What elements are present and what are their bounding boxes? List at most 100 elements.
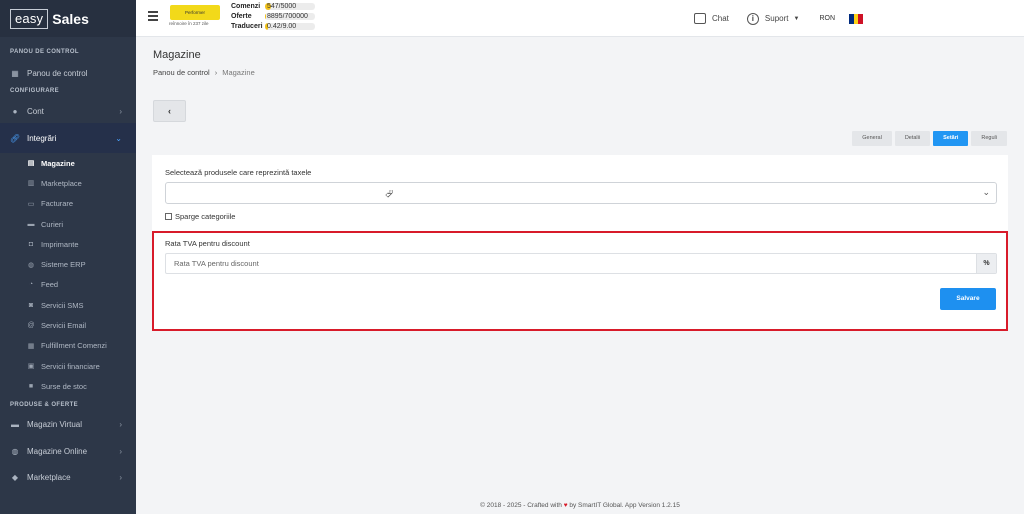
heart-icon: ♥ xyxy=(563,502,568,509)
settings-tabs: General Detalii Setări Reguli xyxy=(849,131,1007,146)
monitor-icon: ▬ xyxy=(11,420,19,430)
stat-bar: 0.42/9.00 xyxy=(265,22,315,30)
chevron-right-icon: › xyxy=(119,447,122,457)
section-produse-oferte: PRODUSE & OFERTE xyxy=(10,401,79,408)
sidebar-subitem-label: Marketplace xyxy=(41,178,82,188)
top-bar: Performer reînnoire în 237 zile Comenzi … xyxy=(136,0,1024,37)
sidebar-subitem-label: Facturare xyxy=(41,199,74,209)
logo-sales: Sales xyxy=(52,10,89,27)
menu-toggle-icon[interactable] xyxy=(148,11,158,23)
vat-discount-input[interactable] xyxy=(166,254,976,273)
performer-badge[interactable]: Performer xyxy=(170,5,220,20)
sidebar-subitem-label: Imprimante xyxy=(41,239,79,249)
chat-button[interactable]: Chat xyxy=(694,13,729,24)
sidebar-subitem-label: Curieri xyxy=(41,219,64,229)
romania-flag-icon[interactable] xyxy=(849,13,864,24)
logo[interactable]: easy Sales xyxy=(0,0,136,37)
tab-reguli[interactable]: Reguli xyxy=(971,131,1007,146)
sidebar-subitem-servicii-sms[interactable]: ◙ Servicii SMS xyxy=(0,295,136,315)
tax-products-select[interactable]: ⌄ xyxy=(165,182,997,204)
split-categories-checkbox[interactable]: Sparge categoriile xyxy=(165,212,235,221)
sidebar-subitem-feed[interactable]: ◔ Feed xyxy=(0,275,136,295)
save-button[interactable]: Salvare xyxy=(940,288,996,310)
settings-card: Selectează produsele care reprezintă tax… xyxy=(152,155,1008,331)
sidebar-item-label: Marketplace xyxy=(27,473,71,483)
chevron-down-icon: ⌄ xyxy=(115,133,122,143)
caret-down-icon: ▼ xyxy=(793,15,800,22)
sidebar-item-dashboard[interactable]: ▦ Panou de control xyxy=(0,61,136,85)
sidebar-subitem-servicii-email[interactable]: @ Servicii Email xyxy=(0,315,136,335)
stat-value: 0.42/9.00 xyxy=(267,22,297,30)
sidebar-subitem-label: Servicii Email xyxy=(41,321,87,331)
sidebar-subitem-magazine[interactable]: ▤ Magazine xyxy=(0,153,136,173)
chevron-right-icon: › xyxy=(119,420,122,430)
sidebar-subitem-facturare[interactable]: ▭ Facturare xyxy=(0,194,136,214)
sidebar-item-label: Magazin Virtual xyxy=(27,420,82,430)
stat-value: 547/5000 xyxy=(267,2,297,10)
sidebar-item-label: Cont xyxy=(27,106,44,116)
sidebar-subitem-fulfillment-comenzi[interactable]: ▦ Fulfillment Comenzi xyxy=(0,336,136,356)
money-icon: ▣ xyxy=(27,363,35,371)
chevron-right-icon: › xyxy=(214,68,218,77)
sidebar-subitem-label: Sisteme ERP xyxy=(41,260,86,270)
invoice-icon: ▭ xyxy=(27,200,35,208)
box-icon: ■ xyxy=(28,382,34,390)
checkbox-box[interactable] xyxy=(165,213,172,220)
sidebar-item-magazine-online[interactable]: ◍ Magazine Online › xyxy=(0,439,136,465)
chat-label: Chat xyxy=(712,14,729,23)
usage-stats: Comenzi 547/5000 Oferte 8895/700000 Trad… xyxy=(231,1,315,31)
chevron-down-icon: ⌄ xyxy=(982,187,990,197)
stat-label: Comenzi xyxy=(231,2,261,10)
split-categories-label: Sparge categoriile xyxy=(175,212,236,221)
sidebar-item-integrari[interactable]: 🔗︎ Integrări ⌄ xyxy=(0,123,136,153)
sidebar-subitem-servicii-financiare[interactable]: ▣ Servicii financiare xyxy=(0,356,136,376)
sidebar-subitem-label: Fulfillment Comenzi xyxy=(41,341,107,351)
footer-prefix: © 2018 - 2025 - Crafted with xyxy=(480,502,562,509)
sidebar-subitem-label: Surse de stoc xyxy=(41,381,87,391)
vat-discount-group: % xyxy=(165,253,997,274)
globe-icon: ◍ xyxy=(11,447,19,457)
back-button[interactable]: ‹ xyxy=(153,100,186,122)
stat-bar: 8895/700000 xyxy=(265,12,315,20)
breadcrumb-home[interactable]: Panou de control xyxy=(153,68,210,77)
rss-icon: ◔ xyxy=(28,281,34,289)
user-icon: ● xyxy=(12,106,18,116)
sidebar-subitem-curieri[interactable]: ▬ Curieri xyxy=(0,214,136,234)
stat-label: Traduceri xyxy=(231,22,263,30)
tab-setari[interactable]: Setări xyxy=(933,131,969,146)
tab-general[interactable]: General xyxy=(852,131,892,146)
renewal-text: reînnoire în 237 zile xyxy=(169,21,209,26)
sidebar-item-magazin-virtual[interactable]: ▬ Magazin Virtual › xyxy=(0,411,136,439)
stat-bar: 547/5000 xyxy=(265,2,315,10)
sidebar-subitem-sisteme-erp[interactable]: ◍ Sisteme ERP xyxy=(0,254,136,274)
page-title: Magazine xyxy=(153,49,201,61)
sms-icon: ◙ xyxy=(28,301,34,309)
tag-icon: ◆ xyxy=(11,473,19,483)
section-panou-de-control: PANOU DE CONTROL xyxy=(10,49,79,55)
sidebar-item-marketplace[interactable]: ◆ Marketplace › xyxy=(0,465,136,491)
sidebar-subitem-surse-de-stoc[interactable]: ■ Surse de stoc xyxy=(0,376,136,396)
at-icon: @ xyxy=(27,322,35,330)
vat-discount-label: Rata TVA pentru discount xyxy=(165,239,250,248)
stat-traduceri: Traduceri 0.42/9.00 xyxy=(231,21,315,31)
sidebar-subitem-marketplace[interactable]: ▥ Marketplace xyxy=(0,173,136,193)
support-dropdown[interactable]: i Suport ▼ xyxy=(746,12,800,25)
sidebar-item-label: Integrări xyxy=(27,133,57,143)
sidebar-subitem-label: Feed xyxy=(41,280,59,290)
top-right-controls: Chat i Suport ▼ RON xyxy=(694,0,1024,37)
printer-icon: ◘ xyxy=(28,240,34,248)
sidebar-subitem-label: Servicii SMS xyxy=(41,300,84,310)
tab-detalii[interactable]: Detalii xyxy=(894,131,931,146)
highlight-frame xyxy=(152,231,1008,331)
stat-value: 8895/700000 xyxy=(267,12,308,20)
support-label: Suport xyxy=(764,14,789,23)
currency-selector[interactable]: RON xyxy=(819,15,835,22)
tax-products-label: Selectează produsele care reprezintă tax… xyxy=(165,168,312,177)
logo-easy: easy xyxy=(10,8,49,29)
stat-fill xyxy=(265,12,266,20)
sidebar-subitem-imprimante[interactable]: ◘ Imprimante xyxy=(0,234,136,254)
stat-comenzi: Comenzi 547/5000 xyxy=(231,1,315,11)
chat-icon xyxy=(694,13,706,24)
sidebar-item-cont[interactable]: ● Cont › xyxy=(0,99,136,123)
globe-icon: ◍ xyxy=(27,261,35,269)
